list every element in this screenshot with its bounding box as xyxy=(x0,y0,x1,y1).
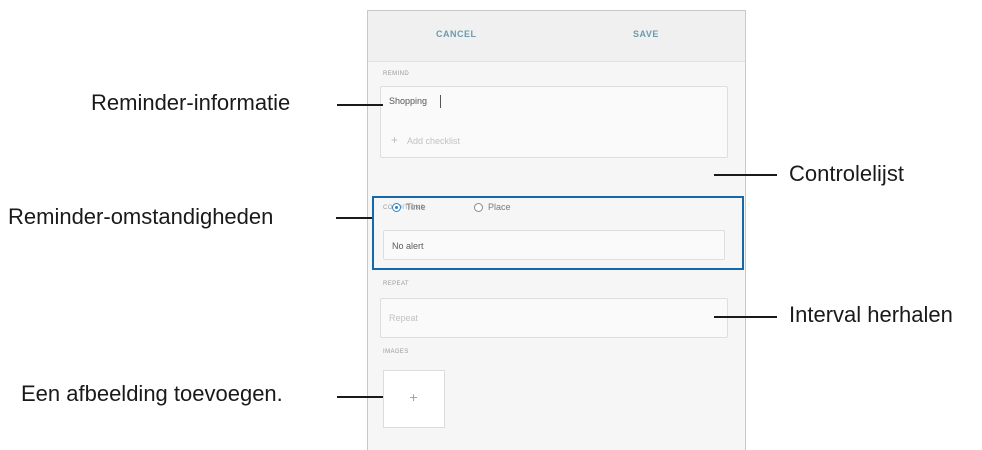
callout-add-image: Een afbeelding toevoegen. xyxy=(21,381,283,406)
callout-line-checklist xyxy=(714,174,777,176)
radio-time-label: Time xyxy=(406,202,426,212)
radio-place-label: Place xyxy=(488,202,511,212)
text-cursor xyxy=(440,95,441,108)
radio-place[interactable] xyxy=(474,203,483,212)
images-section-label: IMAGES xyxy=(383,349,409,355)
remind-section-label: REMIND xyxy=(383,71,410,77)
radio-time[interactable] xyxy=(392,203,401,212)
callout-line-add-image xyxy=(337,396,383,398)
callout-line-repeat-interval xyxy=(714,316,777,318)
add-image-button[interactable]: + xyxy=(383,370,445,428)
callout-line-conditions xyxy=(336,217,372,219)
action-bar: CANCEL SAVE xyxy=(368,11,745,62)
callout-line-reminder-info xyxy=(337,104,383,106)
reminder-input-group: Shopping + Add checklist xyxy=(380,86,728,158)
callout-conditions: Reminder-omstandigheden xyxy=(8,204,274,229)
add-icon: + xyxy=(391,133,399,147)
reminder-text-input[interactable]: Shopping xyxy=(389,96,427,106)
callout-reminder-info: Reminder-informatie xyxy=(91,90,291,115)
add-checklist-button[interactable]: Add checklist xyxy=(407,136,460,146)
repeat-value: Repeat xyxy=(389,313,419,323)
repeat-selector[interactable]: Repeat xyxy=(380,298,728,338)
repeat-section-label: REPEAT xyxy=(383,281,409,287)
cancel-button[interactable]: CANCEL xyxy=(436,29,477,39)
add-image-icon: + xyxy=(409,391,419,404)
callout-checklist: Controlelijst xyxy=(789,161,904,186)
save-button[interactable]: SAVE xyxy=(633,29,659,39)
alert-selector[interactable]: No alert xyxy=(383,230,725,260)
alert-value: No alert xyxy=(392,241,424,251)
callout-repeat-interval: Interval herhalen xyxy=(789,302,953,327)
